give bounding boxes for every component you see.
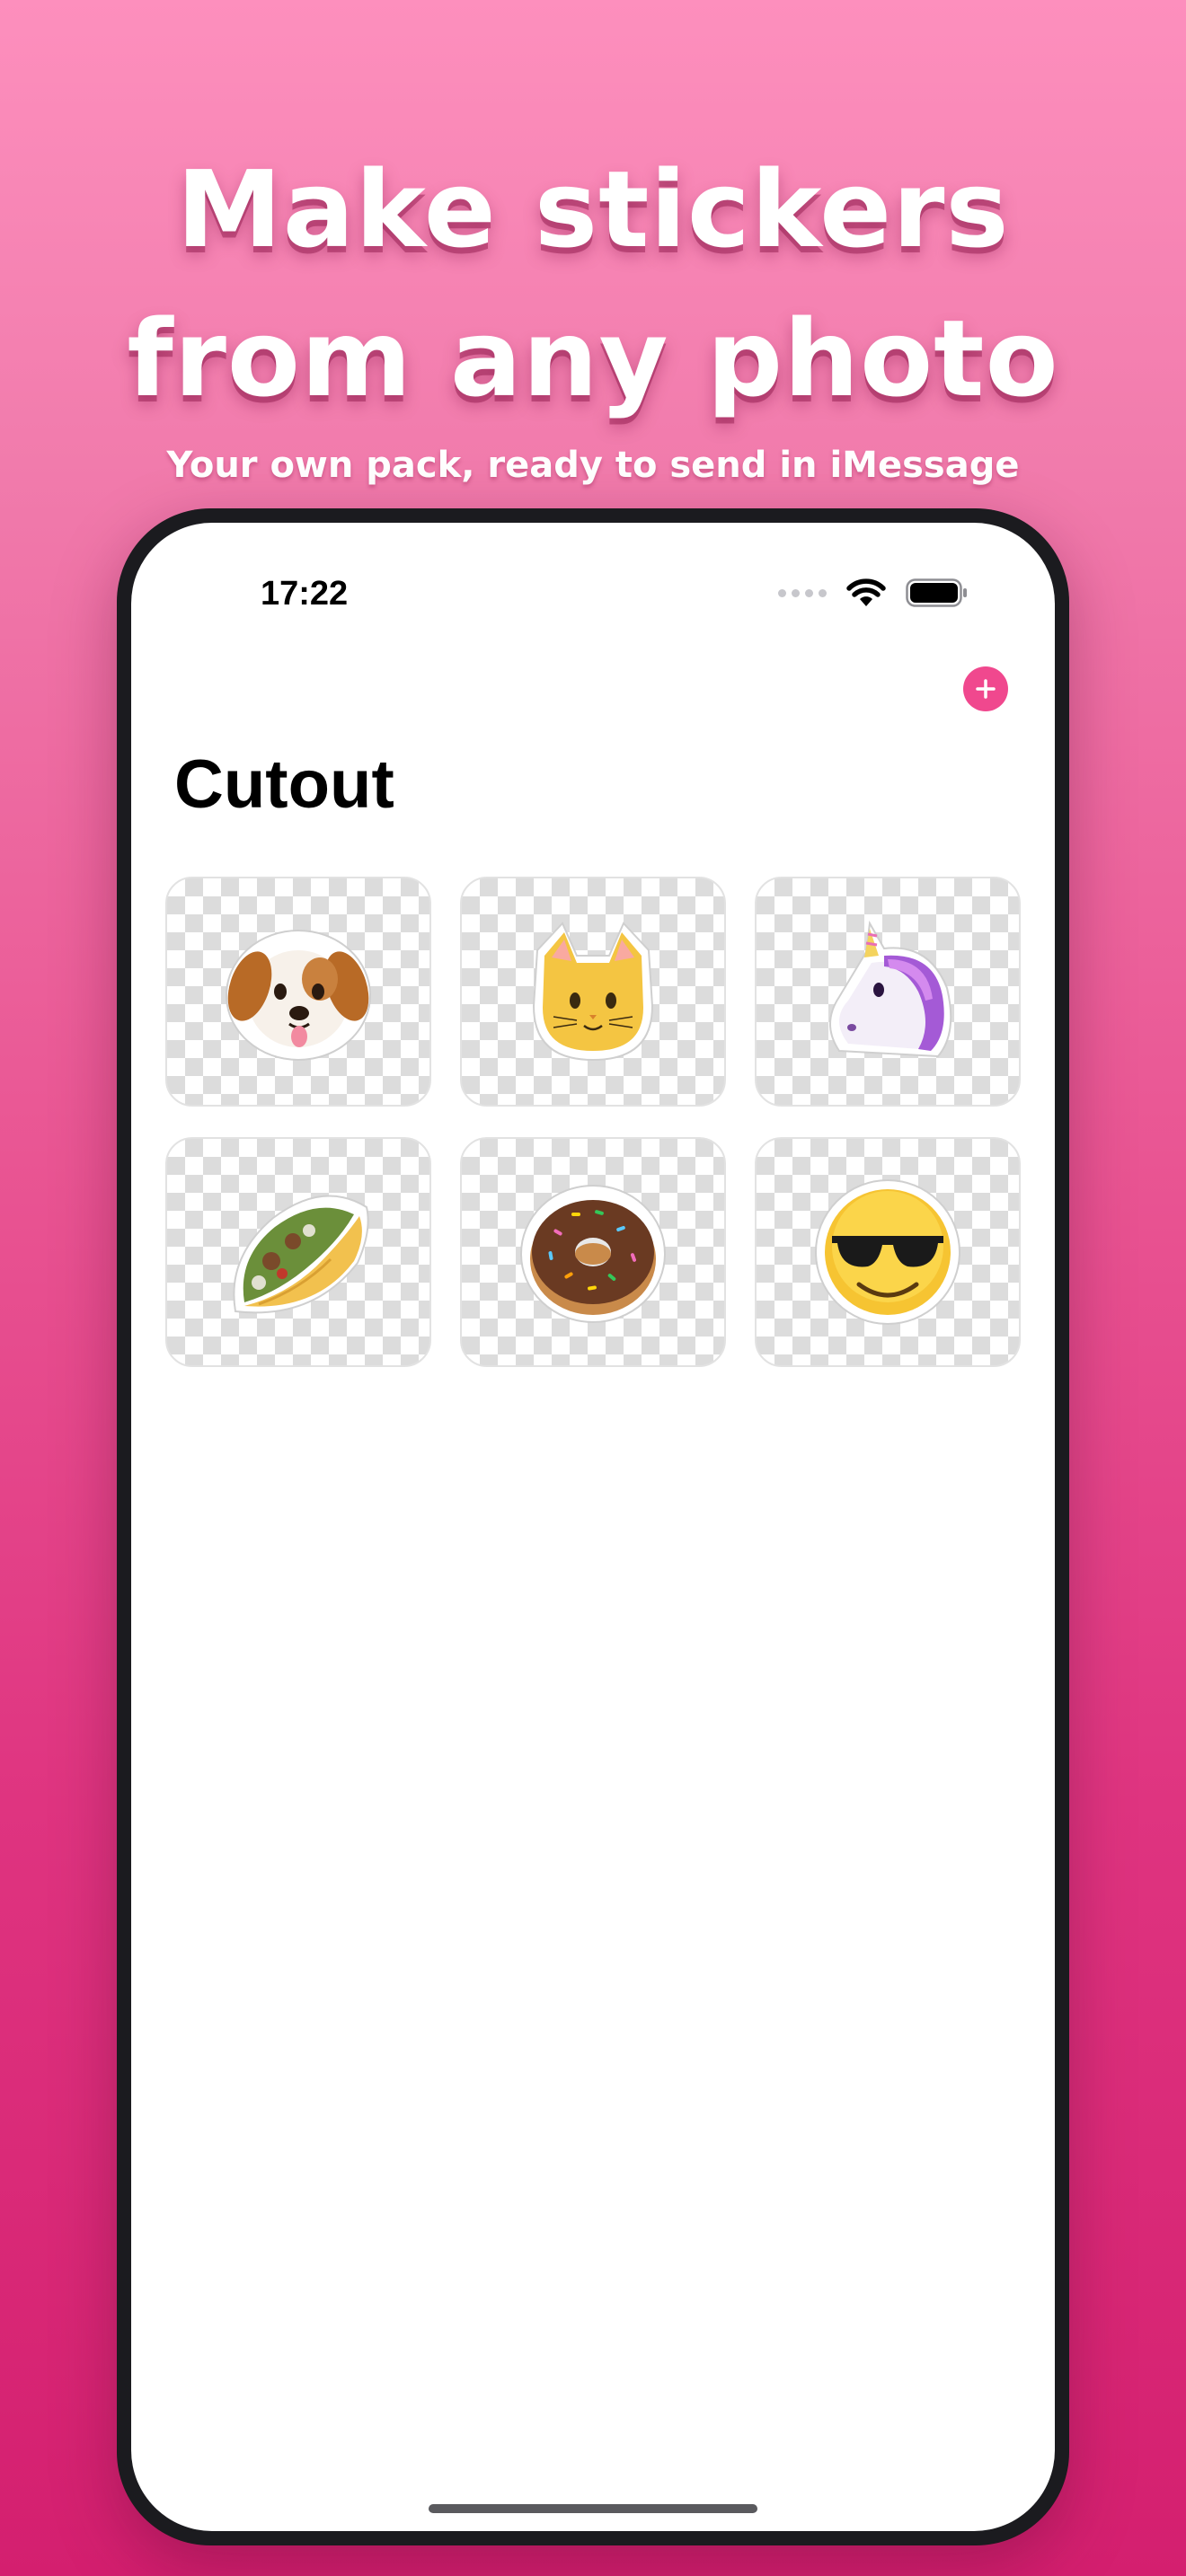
promo-headline: Make stickers from any photo [0,135,1186,433]
app-screen: 17:22 Cutout [131,523,1055,2531]
plus-icon [976,679,996,699]
taco-sticker [233,1195,369,1314]
dog-face-sticker [226,930,371,1061]
battery-icon [906,578,967,607]
promo-subheadline: Your own pack, ready to send in iMessage [166,445,1020,486]
status-icons [778,571,969,614]
status-time: 17:22 [261,575,349,613]
sticker-tile-taco[interactable] [165,1137,431,1367]
unicorn-sticker [829,920,952,1058]
add-sticker-button[interactable] [963,666,1008,711]
sticker-tile-sunglasses[interactable] [755,1137,1021,1367]
sunglasses-face-sticker [815,1179,960,1325]
promo-headline-line1: Make stickers [176,147,1010,271]
wifi-icon [846,578,886,606]
promo-headline-line2: from any photo [127,296,1059,420]
sticker-tile-donut[interactable] [460,1137,726,1367]
donut-sticker [520,1185,666,1323]
sticker-grid [165,877,1021,1367]
phone-frame: 17:22 Cutout [117,508,1069,2545]
home-indicator[interactable] [429,2504,757,2513]
sticker-tile-cat[interactable] [460,877,726,1107]
cellular-signal-icon [778,588,827,597]
sticker-tile-dog[interactable] [165,877,431,1107]
cat-face-sticker [532,922,654,1062]
page-title: Cutout [174,746,394,823]
sticker-tile-unicorn[interactable] [755,877,1021,1107]
